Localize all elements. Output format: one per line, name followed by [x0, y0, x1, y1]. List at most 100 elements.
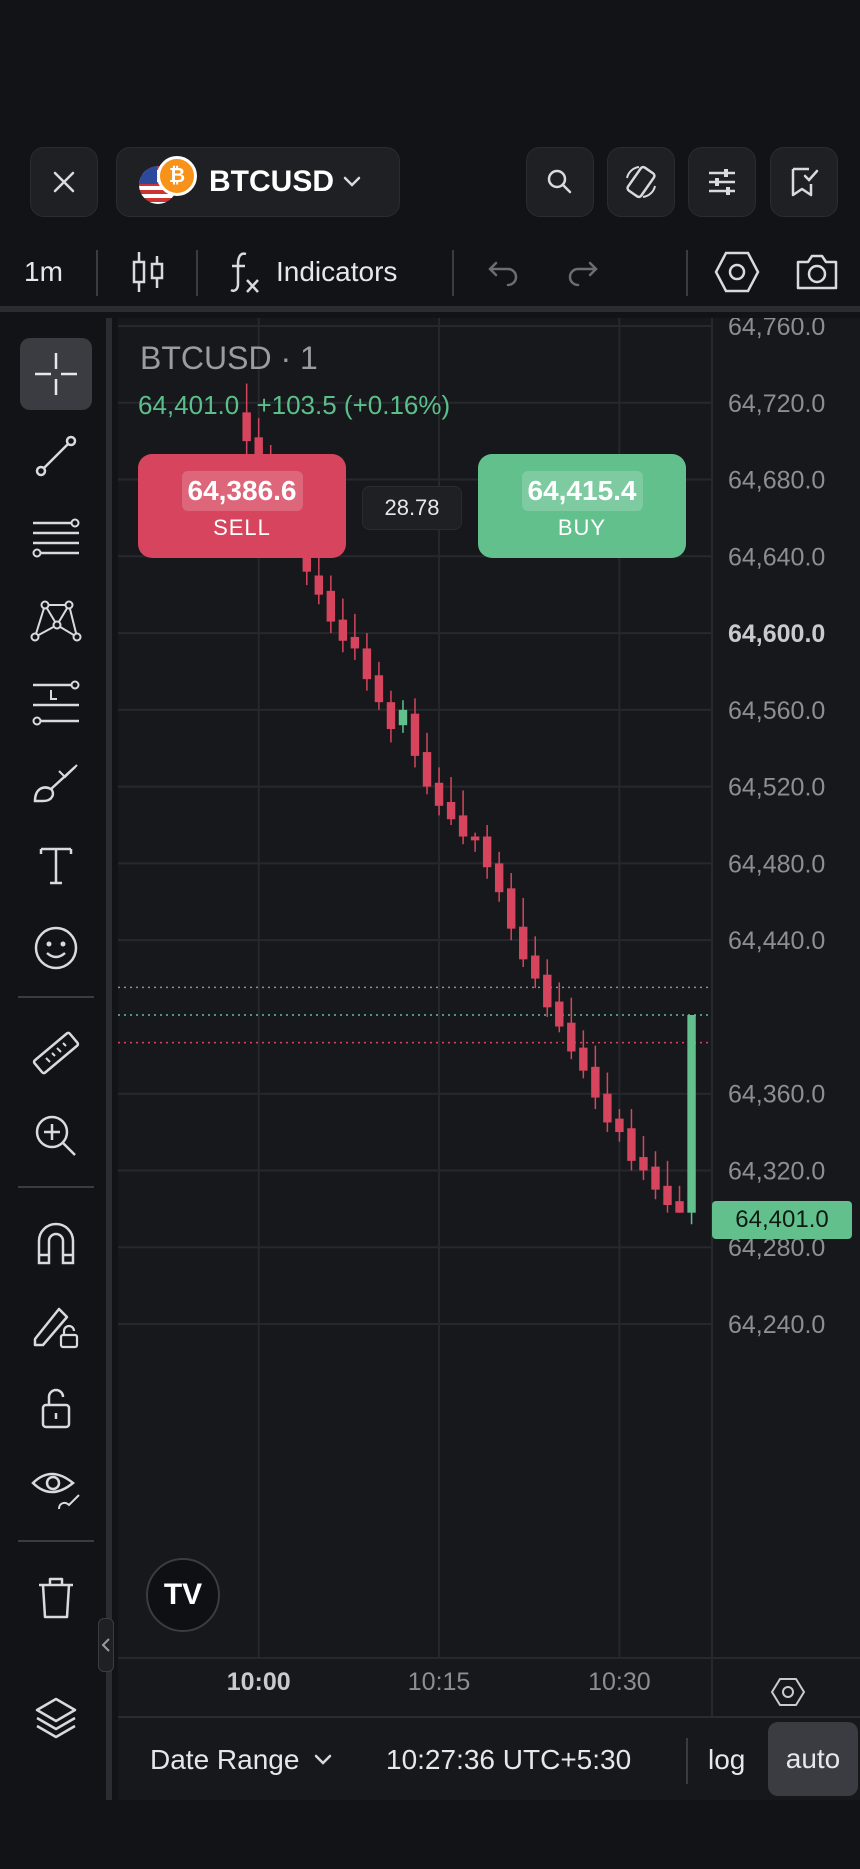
fib-tool[interactable]: [20, 502, 92, 574]
y-axis-tick-label: 64,320.0: [728, 1157, 825, 1185]
search-icon: [547, 169, 572, 194]
toolbar-divider: [196, 250, 198, 296]
screenshot-button[interactable]: [794, 232, 840, 312]
y-axis-tick-label: 64,560.0: [728, 697, 825, 725]
chevron-left-icon: [101, 1638, 110, 1652]
hexagon-settings-icon: [714, 251, 760, 293]
buy-label: BUY: [557, 515, 607, 540]
rail-divider: [18, 996, 94, 998]
bottom-bar: Date Range 10:27:36 UTC+5:30 log auto: [118, 1716, 860, 1800]
candle-body: [470, 836, 480, 841]
drawing-tools-rail: [0, 318, 112, 1800]
buy-button[interactable]: 64,415.4 BUY: [478, 454, 686, 558]
rail-divider: [18, 1540, 94, 1542]
y-axis-tick-label: 64,640.0: [728, 543, 825, 571]
watchlist-icon: [791, 167, 819, 197]
candle-body: [386, 702, 396, 730]
chart-legend-price: 64,401.0 +103.5 (+0.16%): [138, 390, 450, 421]
candle-body: [519, 926, 528, 960]
candle-body: [639, 1157, 648, 1171]
log-scale-button[interactable]: log: [708, 1718, 745, 1802]
chevron-down-icon: [343, 176, 361, 187]
rotate-screen-button[interactable]: [607, 147, 675, 217]
emoji-tool[interactable]: [20, 912, 92, 984]
chart-legend-title: BTCUSD · 1: [140, 340, 318, 376]
fib-lines-icon: [32, 518, 80, 558]
candle-body: [446, 801, 456, 820]
interval-label: 1m: [24, 256, 63, 287]
candle-body: [591, 1066, 600, 1098]
brush-tool[interactable]: [20, 748, 92, 820]
collapse-rail-button[interactable]: [98, 1618, 114, 1672]
bottom-safe-area: [0, 1800, 860, 1869]
label-lines-tool[interactable]: [20, 666, 92, 738]
interval-button[interactable]: 1m: [24, 232, 63, 312]
candle-body: [434, 782, 444, 806]
remove-drawings-tool[interactable]: [20, 1562, 92, 1634]
lock-drawing-icon: [33, 1307, 79, 1349]
close-button[interactable]: [30, 147, 98, 217]
symbol-name: BTCUSD: [209, 165, 334, 198]
magnet-tool[interactable]: [20, 1208, 92, 1280]
price-chart[interactable]: 64,760.0 64,720.0 64,680.0 64,640.0 64,600.0…: [118, 318, 860, 1800]
chevron-down-icon: [315, 1754, 332, 1765]
measure-tool[interactable]: [20, 1018, 92, 1090]
legend-change: +103.5 (+0.16%): [256, 390, 451, 420]
candle-body: [603, 1093, 612, 1123]
sell-button[interactable]: 64,386.6 SELL: [138, 454, 346, 558]
label-lines-icon: [32, 680, 80, 726]
timezone-clock[interactable]: 10:27:36 UTC+5:30: [386, 1718, 631, 1802]
candle-body: [531, 955, 540, 979]
chart-properties-button[interactable]: [714, 232, 760, 312]
chart-settings-button[interactable]: [688, 147, 756, 217]
indicators-label: Indicators: [276, 256, 398, 287]
chart-type-button[interactable]: [130, 232, 166, 312]
candle-body: [543, 974, 552, 1008]
trash-icon: [39, 1577, 73, 1619]
eye-icon: [31, 1472, 80, 1510]
date-range-button[interactable]: Date Range: [150, 1718, 333, 1802]
candle-body: [422, 752, 432, 787]
tradingview-logo[interactable]: TV: [146, 1558, 220, 1632]
crosshair-tool[interactable]: [20, 338, 92, 410]
visibility-tool[interactable]: [20, 1454, 92, 1526]
y-axis-tick-label: 64,520.0: [728, 774, 825, 802]
candle-body: [362, 648, 372, 680]
text-tool[interactable]: [20, 830, 92, 902]
y-axis-tick-label: 64,720.0: [728, 390, 825, 418]
candle-body: [482, 836, 492, 868]
undo-button[interactable]: [486, 232, 520, 312]
candle-body: [374, 675, 384, 703]
y-axis-tick-label: 64,480.0: [728, 850, 825, 878]
last-price-tag: 64,401.0: [712, 1201, 852, 1239]
toolbar-divider: [452, 250, 454, 296]
zoom-tool[interactable]: [20, 1100, 92, 1172]
pattern-tool[interactable]: [20, 584, 92, 656]
object-tree-tool[interactable]: [20, 1682, 92, 1754]
log-label: log: [708, 1744, 746, 1775]
close-icon: [53, 171, 75, 193]
zoom-in-icon: [35, 1115, 76, 1156]
lock-drawings-tool[interactable]: [20, 1290, 92, 1362]
auto-scale-button[interactable]: auto: [768, 1722, 858, 1796]
watchlist-button[interactable]: [770, 147, 838, 217]
trend-line-tool[interactable]: [20, 420, 92, 492]
search-button[interactable]: [526, 147, 594, 217]
crosshair-icon: [35, 353, 77, 395]
candle-body: [555, 1001, 564, 1027]
candle-body: [579, 1047, 588, 1071]
unlock-icon: [41, 1388, 71, 1429]
unlock-tool[interactable]: [20, 1372, 92, 1444]
toolbar-divider: [686, 250, 688, 296]
trend-line-icon: [35, 435, 77, 477]
candle-body: [675, 1201, 684, 1213]
candle-body: [494, 863, 504, 893]
symbol-selector[interactable]: ₿ BTCUSD: [116, 147, 400, 217]
candle-body: [663, 1185, 672, 1206]
pattern-icon: [30, 600, 82, 642]
candle-body: [410, 713, 420, 756]
redo-button[interactable]: [566, 232, 600, 312]
indicators-button[interactable]: Indicators: [228, 232, 397, 312]
redo-icon: [568, 261, 598, 287]
emoji-icon: [34, 926, 78, 970]
